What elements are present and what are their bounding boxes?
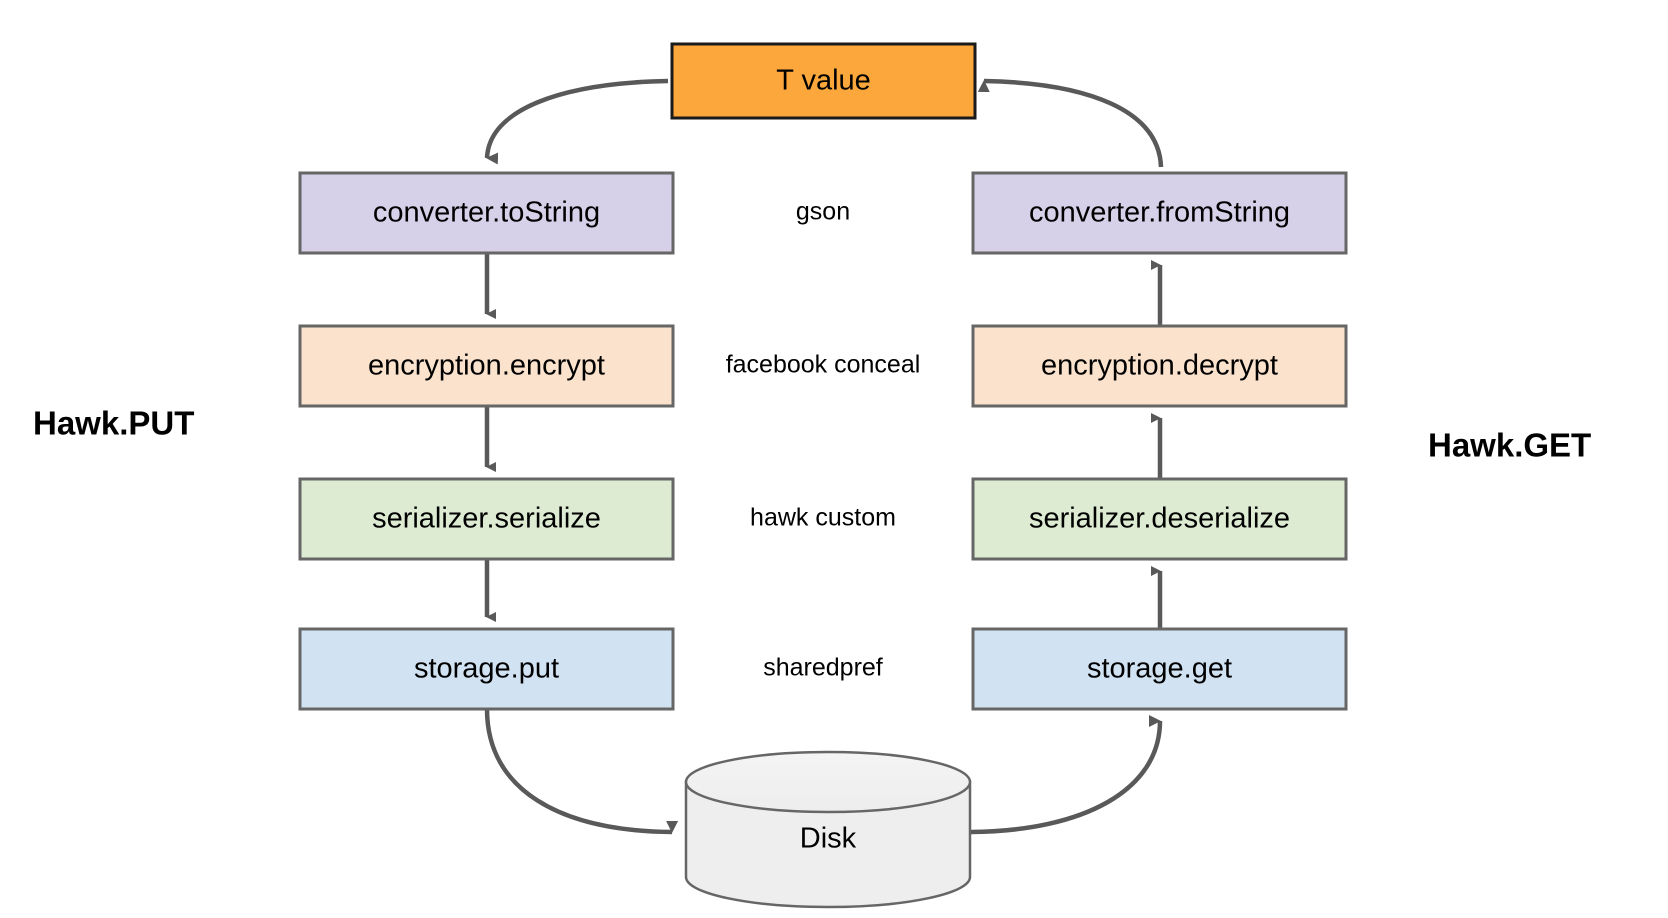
middle-label-sharedpref: sharedpref: [763, 654, 883, 682]
node-serializer-deserialize[interactable]: serializer.deserialize: [971, 477, 1348, 561]
node-disk-label: Disk: [800, 823, 857, 855]
node-t-value-label: T value: [776, 65, 871, 97]
node-serializer-serialize-label: serializer.serialize: [372, 503, 601, 535]
node-converter-fromstring[interactable]: converter.fromString: [971, 171, 1348, 255]
node-converter-tostring-label: converter.toString: [373, 197, 600, 229]
middle-label-gson: gson: [796, 198, 850, 226]
node-storage-get[interactable]: storage.get: [971, 627, 1348, 711]
node-storage-put[interactable]: storage.put: [298, 627, 675, 711]
node-encryption-encrypt-label: encryption.encrypt: [368, 350, 605, 382]
middle-label-hawk-custom: hawk custom: [750, 504, 896, 532]
node-encryption-decrypt[interactable]: encryption.decrypt: [971, 324, 1348, 408]
node-converter-fromstring-label: converter.fromString: [1029, 197, 1290, 229]
edge-disk-to-get: [970, 714, 1163, 835]
node-encryption-encrypt[interactable]: encryption.encrypt: [298, 324, 675, 408]
diagram-canvas: T value converter.toString encryption.en…: [0, 0, 1668, 918]
edge-value-to-tostring: [484, 78, 669, 165]
edge-put-to-disk: [484, 708, 679, 835]
node-t-value[interactable]: T value: [670, 42, 977, 120]
label-hawk-put: Hawk.PUT: [33, 405, 194, 442]
node-converter-tostring[interactable]: converter.toString: [298, 171, 675, 255]
edge-fromstring-to-value: [977, 78, 1164, 168]
node-serializer-deserialize-label: serializer.deserialize: [1029, 503, 1290, 535]
node-storage-put-label: storage.put: [414, 653, 559, 685]
flow-diagram: T value converter.toString encryption.en…: [33, 42, 1591, 909]
node-serializer-serialize[interactable]: serializer.serialize: [298, 477, 675, 561]
label-hawk-get: Hawk.GET: [1428, 427, 1591, 464]
node-disk[interactable]: Disk: [684, 750, 972, 909]
node-storage-get-label: storage.get: [1087, 653, 1232, 685]
node-encryption-decrypt-label: encryption.decrypt: [1041, 350, 1278, 382]
middle-label-facebook-conceal: facebook conceal: [726, 351, 921, 379]
